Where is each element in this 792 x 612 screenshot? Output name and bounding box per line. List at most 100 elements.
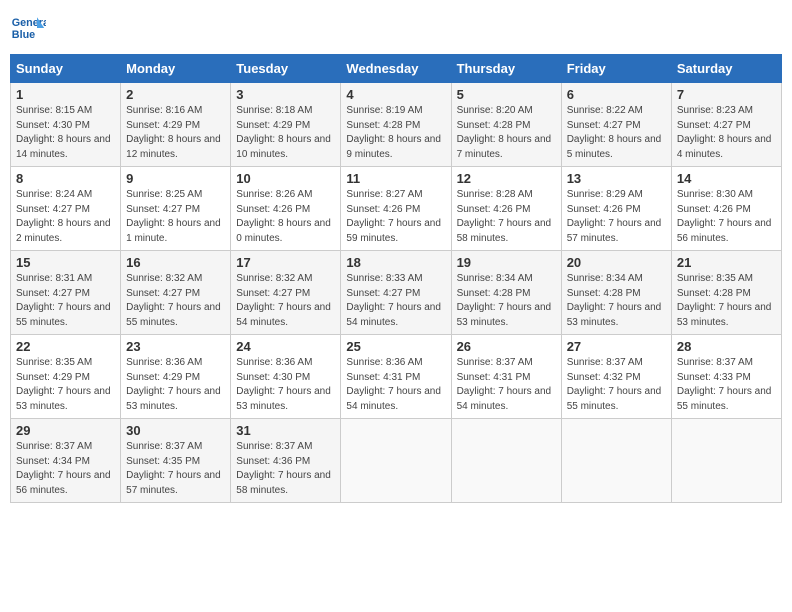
day-detail: Sunrise: 8:15 AMSunset: 4:30 PMDaylight:… xyxy=(16,105,111,160)
day-number: 3 xyxy=(236,87,335,102)
day-number: 13 xyxy=(567,171,666,186)
day-detail: Sunrise: 8:31 AMSunset: 4:27 PMDaylight:… xyxy=(16,273,111,328)
day-number: 16 xyxy=(126,255,225,270)
logo: General Blue xyxy=(10,10,46,46)
day-number: 23 xyxy=(126,339,225,354)
calendar-cell: 12 Sunrise: 8:28 AMSunset: 4:26 PMDaylig… xyxy=(451,167,561,251)
day-detail: Sunrise: 8:23 AMSunset: 4:27 PMDaylight:… xyxy=(677,105,772,160)
day-number: 27 xyxy=(567,339,666,354)
calendar-cell xyxy=(451,419,561,503)
day-number: 7 xyxy=(677,87,776,102)
day-detail: Sunrise: 8:18 AMSunset: 4:29 PMDaylight:… xyxy=(236,105,331,160)
day-detail: Sunrise: 8:20 AMSunset: 4:28 PMDaylight:… xyxy=(457,105,552,160)
calendar-week-1: 1 Sunrise: 8:15 AMSunset: 4:30 PMDayligh… xyxy=(11,83,782,167)
calendar-cell: 8 Sunrise: 8:24 AMSunset: 4:27 PMDayligh… xyxy=(11,167,121,251)
calendar-cell: 19 Sunrise: 8:34 AMSunset: 4:28 PMDaylig… xyxy=(451,251,561,335)
calendar-cell: 4 Sunrise: 8:19 AMSunset: 4:28 PMDayligh… xyxy=(341,83,451,167)
calendar-cell: 29 Sunrise: 8:37 AMSunset: 4:34 PMDaylig… xyxy=(11,419,121,503)
day-header-tuesday: Tuesday xyxy=(231,55,341,83)
day-number: 15 xyxy=(16,255,115,270)
calendar-cell: 22 Sunrise: 8:35 AMSunset: 4:29 PMDaylig… xyxy=(11,335,121,419)
day-detail: Sunrise: 8:37 AMSunset: 4:34 PMDaylight:… xyxy=(16,441,111,496)
calendar-cell: 21 Sunrise: 8:35 AMSunset: 4:28 PMDaylig… xyxy=(671,251,781,335)
day-header-monday: Monday xyxy=(121,55,231,83)
calendar-cell: 11 Sunrise: 8:27 AMSunset: 4:26 PMDaylig… xyxy=(341,167,451,251)
day-number: 31 xyxy=(236,423,335,438)
calendar-cell: 30 Sunrise: 8:37 AMSunset: 4:35 PMDaylig… xyxy=(121,419,231,503)
day-detail: Sunrise: 8:37 AMSunset: 4:36 PMDaylight:… xyxy=(236,441,331,496)
calendar-cell: 1 Sunrise: 8:15 AMSunset: 4:30 PMDayligh… xyxy=(11,83,121,167)
calendar-cell xyxy=(341,419,451,503)
day-number: 10 xyxy=(236,171,335,186)
day-number: 5 xyxy=(457,87,556,102)
calendar-cell: 20 Sunrise: 8:34 AMSunset: 4:28 PMDaylig… xyxy=(561,251,671,335)
day-header-friday: Friday xyxy=(561,55,671,83)
day-detail: Sunrise: 8:36 AMSunset: 4:31 PMDaylight:… xyxy=(346,357,441,412)
day-detail: Sunrise: 8:37 AMSunset: 4:31 PMDaylight:… xyxy=(457,357,552,412)
day-detail: Sunrise: 8:19 AMSunset: 4:28 PMDaylight:… xyxy=(346,105,441,160)
calendar-week-3: 15 Sunrise: 8:31 AMSunset: 4:27 PMDaylig… xyxy=(11,251,782,335)
calendar-cell: 14 Sunrise: 8:30 AMSunset: 4:26 PMDaylig… xyxy=(671,167,781,251)
day-detail: Sunrise: 8:35 AMSunset: 4:29 PMDaylight:… xyxy=(16,357,111,412)
day-detail: Sunrise: 8:32 AMSunset: 4:27 PMDaylight:… xyxy=(236,273,331,328)
day-detail: Sunrise: 8:34 AMSunset: 4:28 PMDaylight:… xyxy=(457,273,552,328)
calendar-cell: 15 Sunrise: 8:31 AMSunset: 4:27 PMDaylig… xyxy=(11,251,121,335)
day-header-saturday: Saturday xyxy=(671,55,781,83)
day-number: 24 xyxy=(236,339,335,354)
day-detail: Sunrise: 8:25 AMSunset: 4:27 PMDaylight:… xyxy=(126,189,221,244)
calendar-cell: 26 Sunrise: 8:37 AMSunset: 4:31 PMDaylig… xyxy=(451,335,561,419)
calendar-cell: 25 Sunrise: 8:36 AMSunset: 4:31 PMDaylig… xyxy=(341,335,451,419)
calendar-cell: 6 Sunrise: 8:22 AMSunset: 4:27 PMDayligh… xyxy=(561,83,671,167)
day-number: 1 xyxy=(16,87,115,102)
day-detail: Sunrise: 8:34 AMSunset: 4:28 PMDaylight:… xyxy=(567,273,662,328)
day-detail: Sunrise: 8:26 AMSunset: 4:26 PMDaylight:… xyxy=(236,189,331,244)
logo-icon: General Blue xyxy=(10,10,46,46)
day-number: 21 xyxy=(677,255,776,270)
day-detail: Sunrise: 8:37 AMSunset: 4:32 PMDaylight:… xyxy=(567,357,662,412)
day-number: 19 xyxy=(457,255,556,270)
calendar-cell xyxy=(671,419,781,503)
day-number: 6 xyxy=(567,87,666,102)
calendar-cell: 16 Sunrise: 8:32 AMSunset: 4:27 PMDaylig… xyxy=(121,251,231,335)
calendar-table: SundayMondayTuesdayWednesdayThursdayFrid… xyxy=(10,54,782,503)
calendar-cell: 24 Sunrise: 8:36 AMSunset: 4:30 PMDaylig… xyxy=(231,335,341,419)
day-number: 22 xyxy=(16,339,115,354)
day-detail: Sunrise: 8:27 AMSunset: 4:26 PMDaylight:… xyxy=(346,189,441,244)
calendar-header: SundayMondayTuesdayWednesdayThursdayFrid… xyxy=(11,55,782,83)
calendar-cell xyxy=(561,419,671,503)
day-number: 30 xyxy=(126,423,225,438)
day-number: 28 xyxy=(677,339,776,354)
day-number: 4 xyxy=(346,87,445,102)
day-detail: Sunrise: 8:29 AMSunset: 4:26 PMDaylight:… xyxy=(567,189,662,244)
calendar-cell: 27 Sunrise: 8:37 AMSunset: 4:32 PMDaylig… xyxy=(561,335,671,419)
day-number: 11 xyxy=(346,171,445,186)
calendar-cell: 2 Sunrise: 8:16 AMSunset: 4:29 PMDayligh… xyxy=(121,83,231,167)
day-detail: Sunrise: 8:24 AMSunset: 4:27 PMDaylight:… xyxy=(16,189,111,244)
page-header: General Blue xyxy=(10,10,782,46)
day-detail: Sunrise: 8:32 AMSunset: 4:27 PMDaylight:… xyxy=(126,273,221,328)
day-number: 9 xyxy=(126,171,225,186)
day-detail: Sunrise: 8:16 AMSunset: 4:29 PMDaylight:… xyxy=(126,105,221,160)
svg-text:Blue: Blue xyxy=(12,29,35,41)
calendar-cell: 13 Sunrise: 8:29 AMSunset: 4:26 PMDaylig… xyxy=(561,167,671,251)
calendar-week-5: 29 Sunrise: 8:37 AMSunset: 4:34 PMDaylig… xyxy=(11,419,782,503)
calendar-week-2: 8 Sunrise: 8:24 AMSunset: 4:27 PMDayligh… xyxy=(11,167,782,251)
day-detail: Sunrise: 8:35 AMSunset: 4:28 PMDaylight:… xyxy=(677,273,772,328)
day-detail: Sunrise: 8:33 AMSunset: 4:27 PMDaylight:… xyxy=(346,273,441,328)
day-detail: Sunrise: 8:37 AMSunset: 4:35 PMDaylight:… xyxy=(126,441,221,496)
calendar-cell: 10 Sunrise: 8:26 AMSunset: 4:26 PMDaylig… xyxy=(231,167,341,251)
day-detail: Sunrise: 8:37 AMSunset: 4:33 PMDaylight:… xyxy=(677,357,772,412)
day-detail: Sunrise: 8:30 AMSunset: 4:26 PMDaylight:… xyxy=(677,189,772,244)
calendar-cell: 28 Sunrise: 8:37 AMSunset: 4:33 PMDaylig… xyxy=(671,335,781,419)
calendar-cell: 18 Sunrise: 8:33 AMSunset: 4:27 PMDaylig… xyxy=(341,251,451,335)
calendar-cell: 7 Sunrise: 8:23 AMSunset: 4:27 PMDayligh… xyxy=(671,83,781,167)
calendar-cell: 17 Sunrise: 8:32 AMSunset: 4:27 PMDaylig… xyxy=(231,251,341,335)
day-number: 12 xyxy=(457,171,556,186)
day-number: 18 xyxy=(346,255,445,270)
day-number: 17 xyxy=(236,255,335,270)
day-number: 26 xyxy=(457,339,556,354)
day-number: 29 xyxy=(16,423,115,438)
day-number: 8 xyxy=(16,171,115,186)
day-header-sunday: Sunday xyxy=(11,55,121,83)
calendar-cell: 3 Sunrise: 8:18 AMSunset: 4:29 PMDayligh… xyxy=(231,83,341,167)
